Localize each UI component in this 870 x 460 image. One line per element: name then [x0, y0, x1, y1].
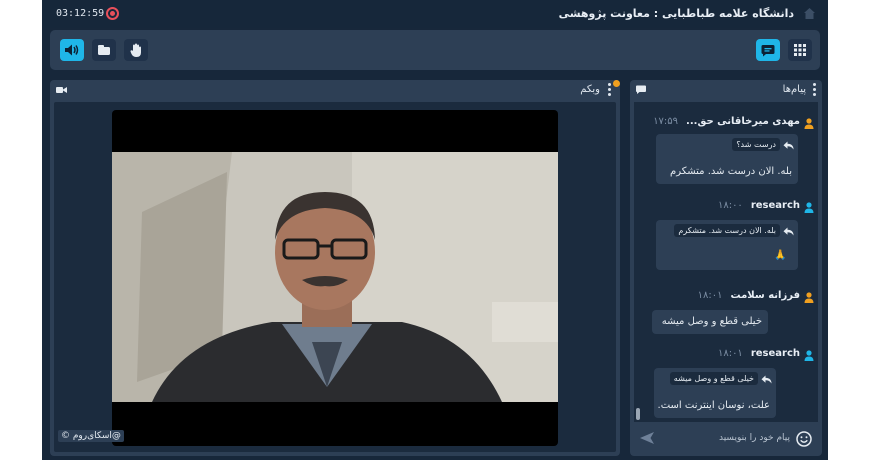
notification-dot [613, 80, 620, 87]
message-header: research ۱۸:۰۰ [718, 200, 800, 211]
app-window: 03:12:59 دانشگاه علامه طباطبایی : معاونت… [42, 0, 828, 460]
webcam-header: وبکم [50, 80, 620, 100]
chat-title: پیام‌ها [782, 84, 806, 95]
user-icon [804, 118, 814, 129]
user-icon [804, 350, 814, 361]
message-header: مهدی میرخاقانی حق... ۱۷:۵۹ [653, 116, 800, 127]
chat-messages: مهدی میرخاقانی حق... ۱۷:۵۹ درست شد؟ بله.… [634, 102, 818, 422]
reply-icon [783, 141, 794, 150]
webcam-menu-icon[interactable] [608, 83, 612, 96]
chat-scrollbar[interactable] [636, 408, 640, 420]
reply-quote: درست شد؟ [732, 138, 780, 151]
webcam-video[interactable] [112, 110, 558, 446]
message-header: research ۱۸:۰۱ [718, 348, 800, 359]
whiteboard-button[interactable] [92, 39, 116, 61]
message-sender: research [750, 200, 800, 211]
layout-grid-button[interactable] [788, 39, 812, 61]
room-title: دانشگاه علامه طباطبایی : معاونت پژوهشی [558, 7, 794, 20]
home-icon[interactable] [803, 7, 816, 20]
reply-quote: خیلی قطع و وصل میشه [669, 372, 758, 385]
webcam-title: وبکم [580, 84, 600, 95]
message-header: فرزانه سلامت ۱۸:۰۱ [698, 290, 800, 301]
message-bubble[interactable]: خیلی قطع و وصل میشه [652, 310, 768, 334]
reply-quote: بله. الان درست شد. متشکرم [674, 224, 780, 237]
reply-icon [783, 227, 794, 236]
raise-hand-icon [130, 43, 141, 57]
message-time: ۱۸:۰۱ [717, 348, 743, 359]
message-sender: فرزانه سلامت [730, 290, 800, 301]
message-text: خیلی قطع و وصل میشه [661, 316, 762, 327]
webcam-panel: وبکم [50, 80, 620, 456]
chat-panel: پیام‌ها مهدی میرخاقانی حق... ۱۷:۵۹ درست … [630, 80, 822, 456]
message-text: بله. الان درست شد. متشکرم [670, 166, 792, 177]
speaker-button[interactable] [60, 39, 84, 61]
camera-icon [56, 87, 67, 93]
message-bubble[interactable]: بله. الان درست شد. متشکرم 🙏 [656, 220, 798, 270]
chat-input-bar: پیام خود را بنویسید [634, 426, 818, 452]
send-icon[interactable] [640, 432, 654, 444]
board-icon [98, 45, 110, 55]
speaker-video-frame [112, 152, 558, 402]
message-time: ۱۷:۵۹ [653, 116, 679, 127]
emoji-icon[interactable] [796, 431, 812, 447]
session-timer: 03:12:59 [56, 8, 105, 19]
message-sender: research [750, 348, 800, 359]
message-text: علت، نوسان اینترنت است. [657, 400, 770, 411]
message-text: 🙏 [774, 250, 787, 261]
chat-header: پیام‌ها [630, 80, 822, 100]
user-icon [804, 292, 814, 303]
message-time: ۱۸:۰۰ [717, 200, 743, 211]
message-bubble[interactable]: درست شد؟ بله. الان درست شد. متشکرم [656, 134, 798, 184]
speaker-icon [65, 44, 79, 56]
chat-toggle-button[interactable] [756, 39, 780, 61]
chat-menu-icon[interactable] [813, 83, 817, 96]
grid-icon [794, 44, 806, 56]
message-bubble[interactable]: خیلی قطع و وصل میشه علت، نوسان اینترنت ا… [654, 368, 776, 418]
message-sender: مهدی میرخاقانی حق... [686, 116, 800, 127]
toolbar [50, 30, 820, 70]
record-icon[interactable] [106, 7, 119, 20]
user-icon [804, 202, 814, 213]
reply-icon [761, 375, 772, 384]
chat-icon [636, 85, 646, 94]
webcam-area: @اسکای‌روم © [54, 102, 616, 452]
raise-hand-button[interactable] [124, 39, 148, 61]
message-time: ۱۸:۰۱ [697, 290, 723, 301]
skyroom-watermark: @اسکای‌روم © [58, 430, 124, 442]
top-bar: 03:12:59 دانشگاه علامه طباطبایی : معاونت… [42, 0, 828, 28]
chat-icon [761, 44, 775, 56]
chat-input-field[interactable]: پیام خود را بنویسید [719, 433, 790, 443]
